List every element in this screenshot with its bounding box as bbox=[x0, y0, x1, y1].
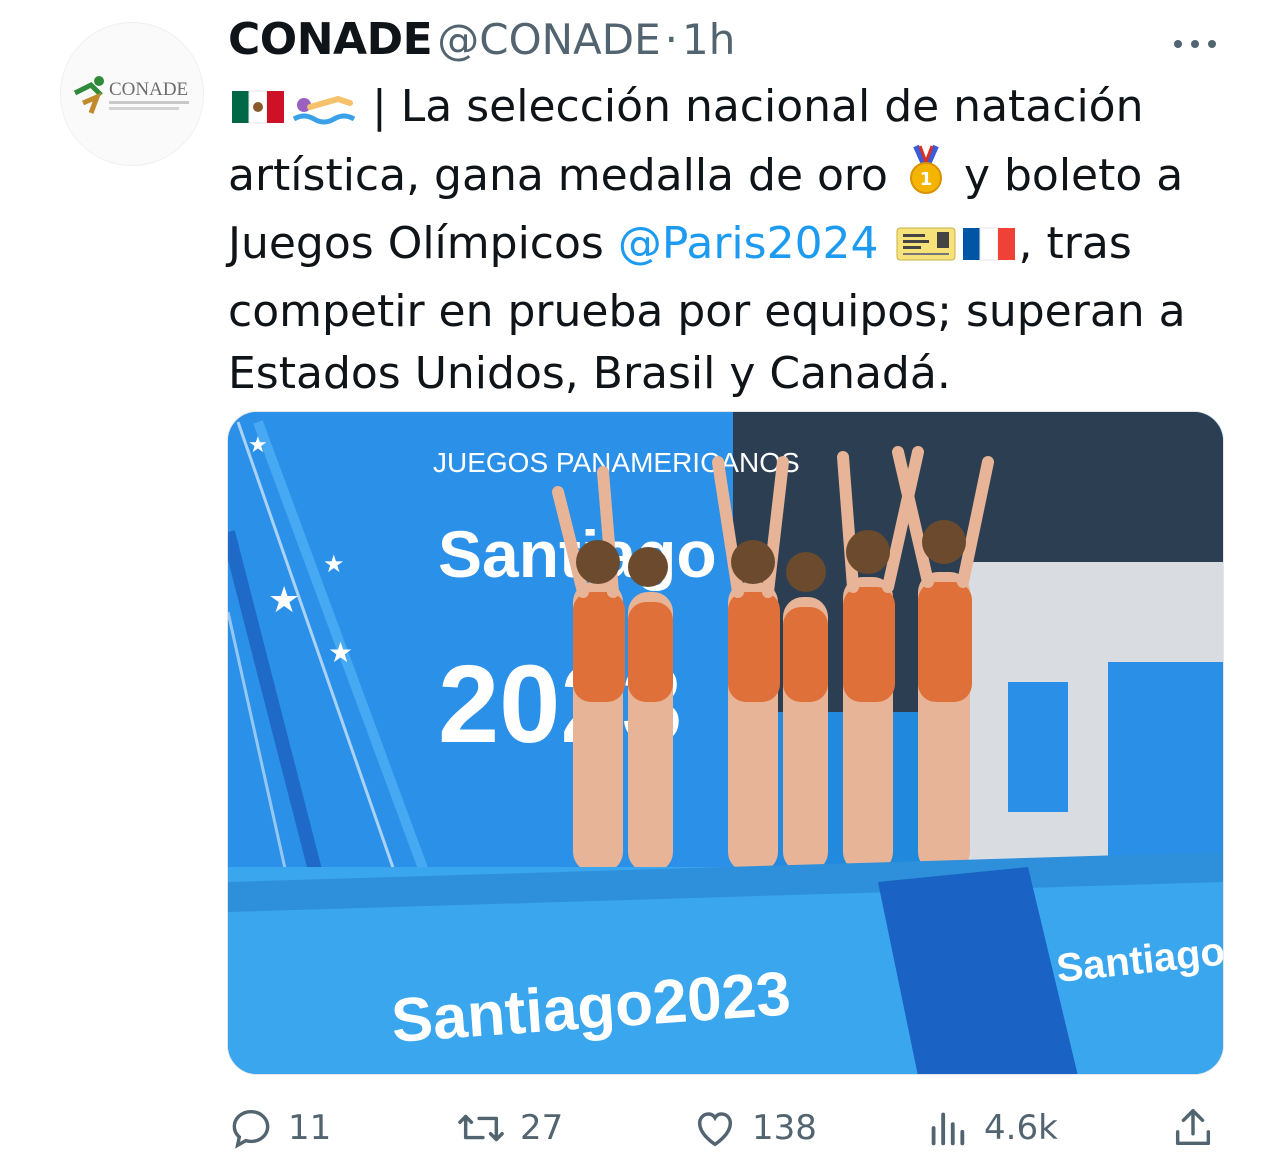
svg-text:★: ★ bbox=[248, 433, 268, 458]
author-name[interactable]: CONADE bbox=[228, 14, 433, 65]
like-count: 138 bbox=[752, 1108, 817, 1148]
avatar-logo-text: CONADE bbox=[109, 79, 188, 100]
france-flag-icon bbox=[961, 219, 1017, 281]
tweet-header: CONADE @CONADE·1h bbox=[228, 14, 735, 78]
banner-top-text: JUEGOS PANAMERICANOS bbox=[433, 447, 800, 478]
retweet-count: 27 bbox=[520, 1108, 564, 1148]
author-handle[interactable]: @CONADE bbox=[437, 15, 660, 64]
tweet-text: | La selección nacional de natación artí… bbox=[228, 76, 1238, 405]
svg-text:★: ★ bbox=[328, 636, 353, 669]
share-button[interactable] bbox=[1170, 1100, 1230, 1156]
mention-link[interactable]: @Paris2024 bbox=[618, 218, 879, 269]
tweet-time[interactable]: 1h bbox=[682, 15, 735, 64]
views-chart-icon bbox=[931, 1112, 965, 1146]
svg-text:1: 1 bbox=[920, 169, 933, 190]
reply-count: 11 bbox=[288, 1108, 332, 1148]
retweet-button[interactable]: 27 bbox=[456, 1100, 563, 1156]
header-separator: · bbox=[664, 15, 679, 64]
reply-icon bbox=[232, 1109, 270, 1149]
tweet-photo[interactable]: ★ ★ ★ ★ JUEGOS PANAMERICANOS Santiago 20… bbox=[227, 411, 1224, 1075]
tweet-actions: 11 27 138 4.6k bbox=[0, 1100, 1284, 1160]
swimmer-icon bbox=[290, 82, 356, 144]
views-button[interactable]: 4.6k bbox=[924, 1100, 1058, 1156]
ticket-icon bbox=[895, 219, 957, 281]
svg-text:★: ★ bbox=[323, 550, 345, 578]
more-options-icon[interactable] bbox=[1168, 24, 1222, 64]
retweet-icon bbox=[458, 1114, 504, 1142]
gold-medal-icon: 1 bbox=[904, 144, 948, 213]
author-avatar[interactable]: CONADE bbox=[60, 22, 204, 166]
svg-text:★: ★ bbox=[268, 580, 300, 621]
conade-logo-icon: CONADE bbox=[73, 76, 189, 114]
heart-icon bbox=[697, 1112, 733, 1147]
views-count: 4.6k bbox=[984, 1108, 1058, 1148]
like-button[interactable]: 138 bbox=[692, 1100, 817, 1156]
reply-button[interactable]: 11 bbox=[228, 1100, 331, 1156]
share-icon bbox=[1175, 1109, 1211, 1146]
mexico-flag-icon bbox=[230, 82, 286, 144]
